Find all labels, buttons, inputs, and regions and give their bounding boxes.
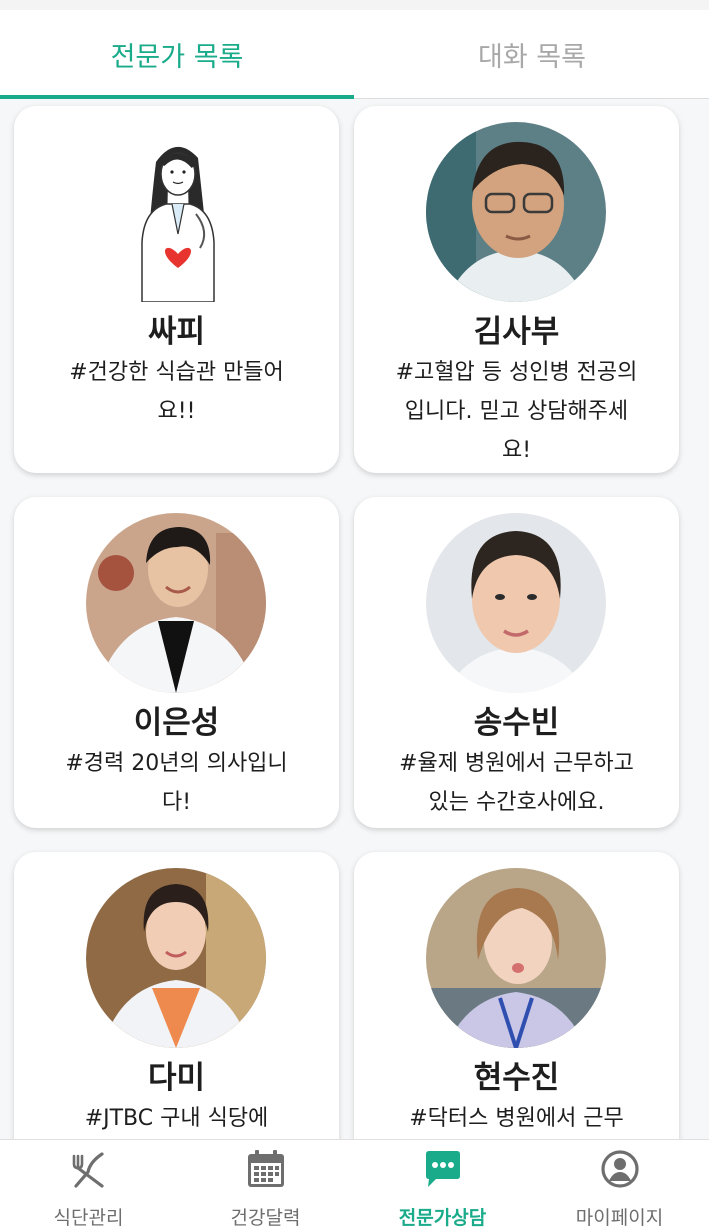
expert-card[interactable]: 현수진 #닥터스 병원에서 근무 (354, 852, 679, 1139)
expert-description: #JTBC 구내 식당에 (84, 1106, 269, 1131)
expert-avatar (86, 513, 266, 693)
status-strip (0, 0, 709, 10)
expert-card[interactable]: 이은성 #경력 20년의 의사입니다! (14, 497, 339, 828)
tab-bar: 전문가 목록 대화 목록 (0, 10, 709, 99)
expert-avatar (86, 122, 266, 302)
expert-description: #닥터스 병원에서 근무 (409, 1106, 624, 1131)
nav-label: 마이페이지 (575, 1207, 664, 1229)
expert-card[interactable]: 김사부 #고혈압 등 성인병 전공의입니다. 믿고 상담해주세요! (354, 106, 679, 473)
expert-avatar (86, 868, 266, 1048)
fork-knife-icon (72, 1152, 104, 1188)
expert-name: 이은성 (133, 705, 220, 741)
expert-avatar (426, 513, 606, 693)
nav-label: 전문가상담 (398, 1207, 487, 1229)
tab-expert-list[interactable]: 전문가 목록 (0, 10, 354, 98)
nav-meal-management[interactable]: 식단관리 (0, 1140, 177, 1230)
nav-label: 건강달력 (230, 1207, 301, 1229)
user-icon (601, 1150, 639, 1188)
nav-my-page[interactable]: 마이페이지 (531, 1140, 708, 1230)
expert-description: #건강한 식습관 만들어요!! (69, 360, 284, 424)
bottom-navigation: 식단관리 건강달력 전문가상담 마이페이지 (0, 1139, 709, 1230)
expert-name: 현수진 (473, 1060, 560, 1096)
expert-card[interactable]: 싸피 #건강한 식습관 만들어요!! (14, 106, 339, 473)
chat-bubble-icon (426, 1151, 460, 1187)
expert-description: #고혈압 등 성인병 전공의입니다. 믿고 상담해주세요! (395, 360, 638, 463)
expert-name: 싸피 (147, 314, 206, 350)
expert-name: 다미 (147, 1060, 206, 1096)
nav-expert-consultation[interactable]: 전문가상담 (354, 1140, 531, 1230)
expert-card[interactable]: 다미 #JTBC 구내 식당에 (14, 852, 339, 1139)
expert-card[interactable]: 송수빈 #율제 병원에서 근무하고 있는 수간호사에요. (354, 497, 679, 828)
expert-description: #율제 병원에서 근무하고 있는 수간호사에요. (399, 751, 634, 815)
nav-health-calendar[interactable]: 건강달력 (177, 1140, 354, 1230)
expert-description: #경력 20년의 의사입니다! (65, 751, 288, 815)
expert-name: 송수빈 (473, 705, 560, 741)
expert-name: 김사부 (473, 314, 560, 350)
calendar-icon (248, 1150, 284, 1187)
expert-avatar (426, 868, 606, 1048)
tab-chat-list[interactable]: 대화 목록 (355, 10, 709, 98)
expert-avatar (426, 122, 606, 302)
nav-label: 식단관리 (53, 1207, 124, 1229)
expert-grid: 싸피 #건강한 식습관 만들어요!! 김사부 #고혈압 등 성인병 전공의입니다… (0, 99, 709, 1139)
